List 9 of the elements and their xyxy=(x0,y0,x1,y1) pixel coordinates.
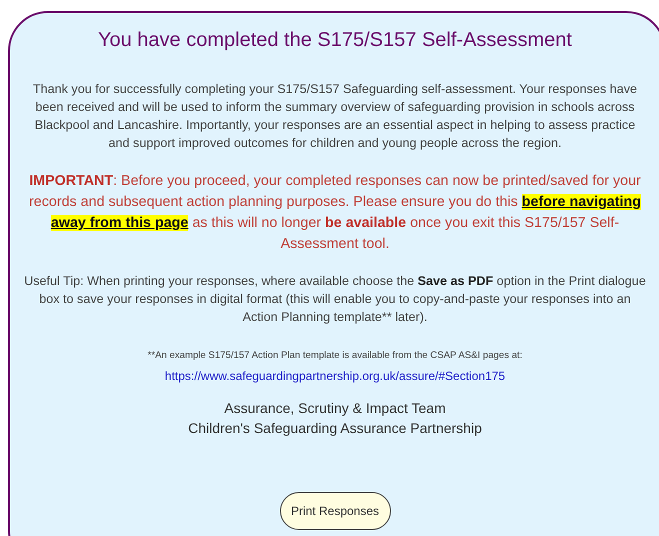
footnote-text: **An example S175/157 Action Plan template is available from the CSAP AS&I pages at: xyxy=(146,349,524,363)
tip-paragraph: Useful Tip: When printing your responses, where available choose the Save as PDF option in the Print dialogue box to save your responses in digital format (this will enable you to copy-and-paste your responses into an Action Planning template** later). xyxy=(24,273,646,326)
important-notice: IMPORTANT: Before you proceed, your completed responses can now be printed/saved for your records and subsequent action planning purposes. Please ensure you do this before navigating away from this page as this will no longer be available once you exit this S175/157 Self-Assessment tool. xyxy=(28,172,642,254)
signature-text: Children's Safeguarding Assurance Partnership xyxy=(187,419,483,438)
signature-text: Assurance, Scrutiny & Impact Team xyxy=(223,399,447,418)
print-responses-button[interactable]: Print Responses xyxy=(280,492,390,530)
template-link[interactable]: https://www.safeguardingpartnership.org.uk/assure/#Section175 xyxy=(164,369,506,383)
page-title: You have completed the S175/S157 Self-Assessment xyxy=(96,29,573,52)
intro-paragraph: Thank you for successfully completing your S175/S157 Safeguarding self-assessment. Your responses have been received and will be used to inform the summary overview of safeguarding provision in schools across Blackpool and Lancashire. Importantly, your responses are an essential aspect in helping to assess practice and support improved outcomes for children and young people across the region. xyxy=(32,81,638,152)
